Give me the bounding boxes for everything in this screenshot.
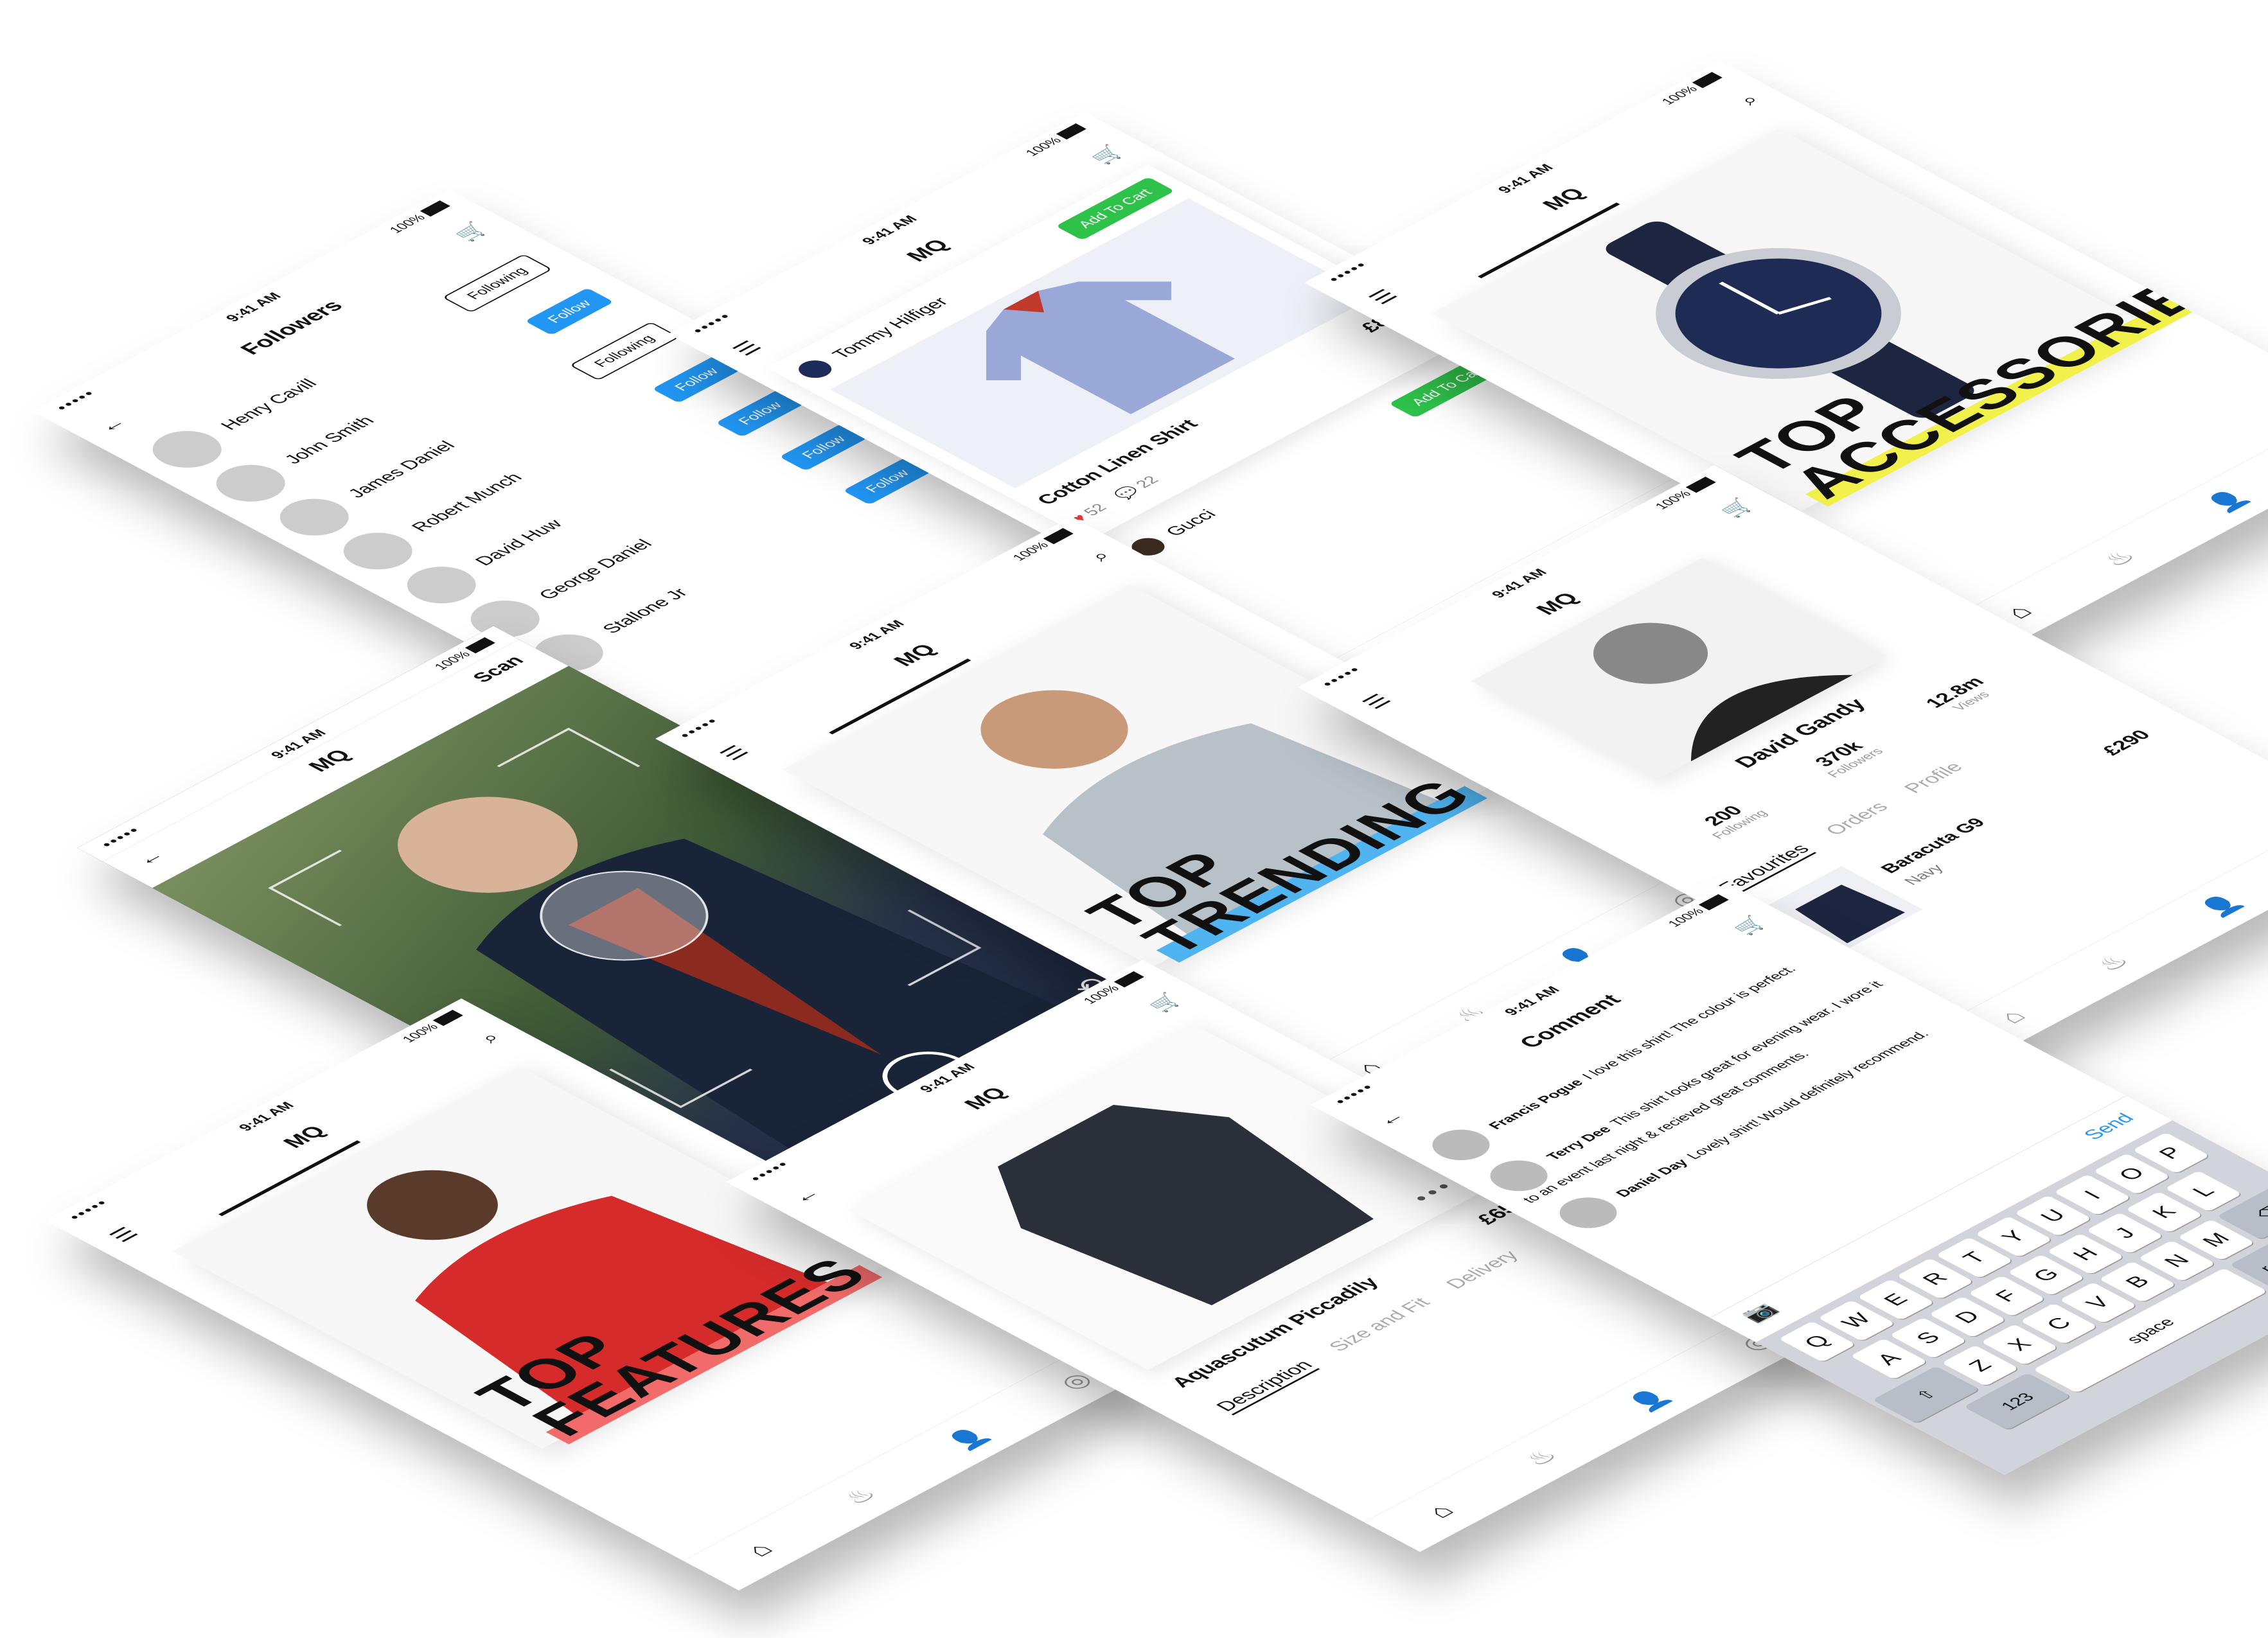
avatar: [1548, 1191, 1629, 1235]
fire-icon[interactable]: ♨: [1518, 1445, 1565, 1470]
brand-row-2: Gucci: [1125, 506, 1224, 559]
stat-views: 12.8m Views: [1920, 674, 1994, 713]
favourite-price: £290: [2097, 727, 2156, 759]
stat-following: 200 Following: [1699, 803, 1771, 841]
tab-bar: ⌂ ♨ 👤 ◎: [682, 1338, 1155, 1590]
home-icon[interactable]: ⌂: [1421, 1501, 1460, 1522]
comment-author: Daniel Day: [1611, 1156, 1692, 1199]
like-count: 52: [1079, 501, 1112, 518]
tab-profile[interactable]: Profile: [1900, 759, 1969, 796]
comment-count: 22: [1131, 473, 1164, 491]
follow-button[interactable]: Follow: [525, 288, 614, 335]
tab-delivery[interactable]: Delivery: [1442, 1248, 1524, 1292]
brand-name: Gucci: [1160, 507, 1221, 539]
camera-icon[interactable]: 📷: [1736, 1300, 1784, 1326]
fire-icon[interactable]: ♨: [2089, 951, 2137, 976]
comment-icon[interactable]: 💬: [1111, 484, 1144, 502]
avatar: [1421, 1123, 1502, 1167]
brand-logo-icon: [792, 357, 838, 382]
keyboard-row-2: A S D F G H J K L: [1816, 1152, 2268, 1398]
home-icon[interactable]: ⌂: [1992, 1006, 2032, 1027]
profile-icon[interactable]: 👤: [2199, 486, 2255, 515]
profile-icon[interactable]: 👤: [1621, 1385, 1677, 1414]
tab-orders[interactable]: Orders: [1821, 800, 1893, 838]
fire-icon[interactable]: ♨: [2096, 546, 2143, 571]
send-button[interactable]: Send: [2079, 1111, 2140, 1143]
comment-author: Francis Pogue: [1484, 1077, 1587, 1132]
home-icon[interactable]: ⌂: [1999, 601, 2039, 622]
profile-icon[interactable]: 👤: [2193, 890, 2249, 920]
fire-icon[interactable]: ♨: [837, 1484, 884, 1509]
profile-photo: [1471, 558, 1888, 780]
home-icon[interactable]: ⌂: [740, 1539, 779, 1560]
stat-followers: 370k Followers: [1810, 739, 1887, 780]
profile-icon[interactable]: 👤: [940, 1423, 996, 1453]
